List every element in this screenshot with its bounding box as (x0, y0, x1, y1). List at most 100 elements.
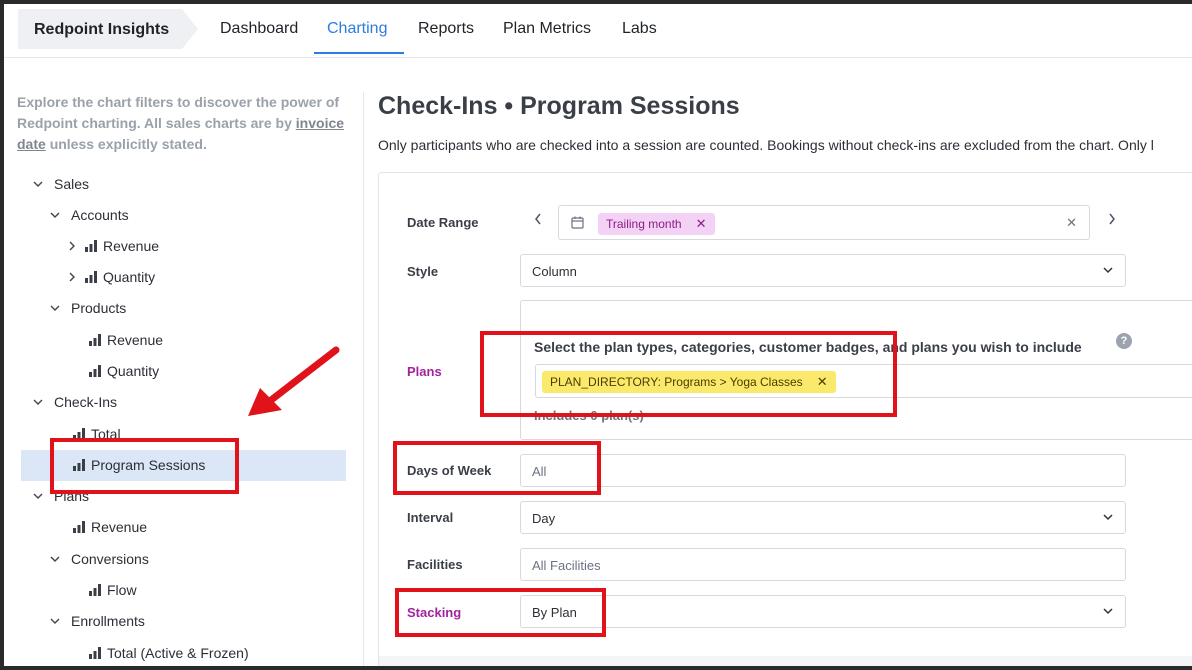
nav-plan-metrics[interactable]: Plan Metrics (503, 4, 591, 54)
days-of-week-label: Days of Week (407, 463, 492, 478)
clear-icon[interactable]: ✕ (1066, 215, 1077, 231)
tree-item-flow[interactable]: Flow (88, 575, 137, 605)
tree-label: Revenue (103, 238, 160, 254)
tree-item-plans-revenue[interactable]: Revenue (72, 512, 147, 542)
tree-label: Enrollments (71, 613, 145, 629)
facilities-placeholder: All Facilities (532, 558, 601, 573)
plan-tag[interactable]: PLAN_DIRECTORY: Programs > Yoga Classes ✕ (542, 371, 836, 393)
tree-item-total[interactable]: Total (72, 419, 121, 449)
tree-item-check-ins[interactable]: Check-Ins (32, 387, 117, 417)
nav-reports[interactable]: Reports (418, 4, 474, 54)
remove-tag-icon[interactable]: ✕ (696, 216, 707, 231)
plans-label: Plans (407, 364, 442, 379)
chevron-right-icon (1109, 213, 1115, 225)
tree-label: Total (91, 426, 121, 442)
tree-label: Products (71, 300, 127, 316)
tree-label: Accounts (71, 207, 129, 223)
bar-chart-icon (85, 240, 97, 252)
interval-select[interactable]: Day (520, 501, 1126, 534)
intro-text: Explore the chart filters to discover th… (17, 94, 340, 131)
chevron-left-icon (535, 213, 541, 225)
help-icon[interactable]: ? (1116, 333, 1132, 349)
sidebar-intro: Explore the chart filters to discover th… (17, 92, 352, 155)
date-range-label: Date Range (407, 215, 479, 230)
tree-item-total-active-frozen[interactable]: Total (Active & Frozen) (88, 638, 249, 666)
bar-chart-icon (85, 271, 97, 283)
days-of-week-input[interactable]: All (520, 454, 1126, 487)
prev-period-button[interactable] (530, 212, 546, 232)
tree-item-sales[interactable]: Sales (32, 169, 89, 199)
chevron-right-icon (69, 241, 75, 251)
chevron-down-icon (1103, 267, 1113, 274)
tree-item-products-quantity[interactable]: Quantity (88, 356, 159, 386)
facilities-input[interactable]: All Facilities (520, 548, 1126, 581)
remove-tag-icon[interactable]: ✕ (817, 374, 828, 389)
stacking-value: By Plan (532, 605, 577, 620)
tree-item-enrollments[interactable]: Enrollments (49, 606, 145, 636)
tree-item-accounts-revenue[interactable]: Revenue (66, 231, 159, 261)
tree-item-products[interactable]: Products (49, 293, 126, 323)
tree-item-plans[interactable]: Plans (32, 481, 89, 511)
tree-label: Conversions (71, 551, 149, 567)
tag-label: Trailing month (606, 217, 682, 231)
plans-input[interactable]: PLAN_DIRECTORY: Programs > Yoga Classes ✕ (535, 364, 1192, 398)
date-range-tag[interactable]: Trailing month ✕ (598, 213, 715, 235)
tree-item-program-sessions[interactable]: Program Sessions (72, 450, 205, 480)
date-range-field[interactable]: Trailing month ✕ ✕ (558, 205, 1090, 240)
intro-text-end: unless explicitly stated. (49, 136, 207, 152)
chevron-down-icon (33, 493, 43, 499)
style-select[interactable]: Column (520, 254, 1126, 287)
chevron-down-icon (50, 305, 60, 311)
app-window: Redpoint Insights Dashboard Charting Rep… (0, 0, 1192, 670)
tree-label: Check-Ins (54, 394, 118, 410)
nav-dashboard[interactable]: Dashboard (220, 4, 298, 54)
annotation-arrow-icon (248, 346, 340, 416)
stacking-select[interactable]: By Plan (520, 595, 1126, 628)
panel-footer (379, 656, 1192, 666)
days-of-week-placeholder: All (532, 464, 547, 479)
interval-label: Interval (407, 510, 454, 525)
chevron-down-icon (1103, 514, 1113, 521)
calendar-icon (571, 216, 584, 229)
chevron-down-icon (33, 181, 43, 187)
plans-includes-count: Includes 0 plan(s) (534, 408, 644, 423)
chevron-down-icon (1103, 608, 1113, 615)
bar-chart-icon (73, 459, 85, 471)
tree-label: Total (Active & Frozen) (107, 645, 249, 661)
plans-prompt: Select the plan types, categories, custo… (534, 339, 1082, 355)
bar-chart-icon (89, 365, 101, 377)
tree-label: Revenue (91, 519, 148, 535)
tree-item-products-revenue[interactable]: Revenue (88, 325, 163, 355)
tree-item-conversions[interactable]: Conversions (49, 544, 149, 574)
bar-chart-icon (89, 334, 101, 346)
tree-label: Quantity (107, 363, 160, 379)
stacking-label: Stacking (407, 605, 462, 620)
interval-value: Day (532, 511, 556, 526)
page-subtitle: Only participants who are checked into a… (378, 137, 1154, 153)
tree-label: Program Sessions (91, 457, 206, 473)
style-value: Column (532, 264, 577, 279)
tree-label: Flow (107, 582, 137, 598)
active-tab-indicator (314, 52, 404, 54)
chevron-down-icon (50, 556, 60, 562)
brand-logo[interactable]: Redpoint Insights (18, 9, 198, 49)
tree-item-accounts[interactable]: Accounts (49, 200, 129, 230)
sidebar-divider (363, 92, 364, 666)
tree-item-accounts-quantity[interactable]: Quantity (66, 262, 155, 292)
chevron-right-icon (69, 272, 75, 282)
next-period-button[interactable] (1104, 212, 1120, 232)
facilities-label: Facilities (407, 557, 463, 572)
nav-labs[interactable]: Labs (622, 4, 657, 54)
nav-charting[interactable]: Charting (327, 4, 387, 54)
style-label: Style (407, 264, 439, 279)
chevron-down-icon (50, 212, 60, 218)
chevron-down-icon (33, 399, 43, 405)
tree-label: Quantity (103, 269, 156, 285)
chevron-down-icon (50, 618, 60, 624)
page-title: Check-Ins • Program Sessions (378, 92, 740, 120)
tree-label: Sales (54, 176, 90, 192)
bar-chart-icon (73, 521, 85, 533)
bar-chart-icon (89, 584, 101, 596)
tree-label: Plans (54, 488, 90, 504)
tree-label: Revenue (107, 332, 164, 348)
